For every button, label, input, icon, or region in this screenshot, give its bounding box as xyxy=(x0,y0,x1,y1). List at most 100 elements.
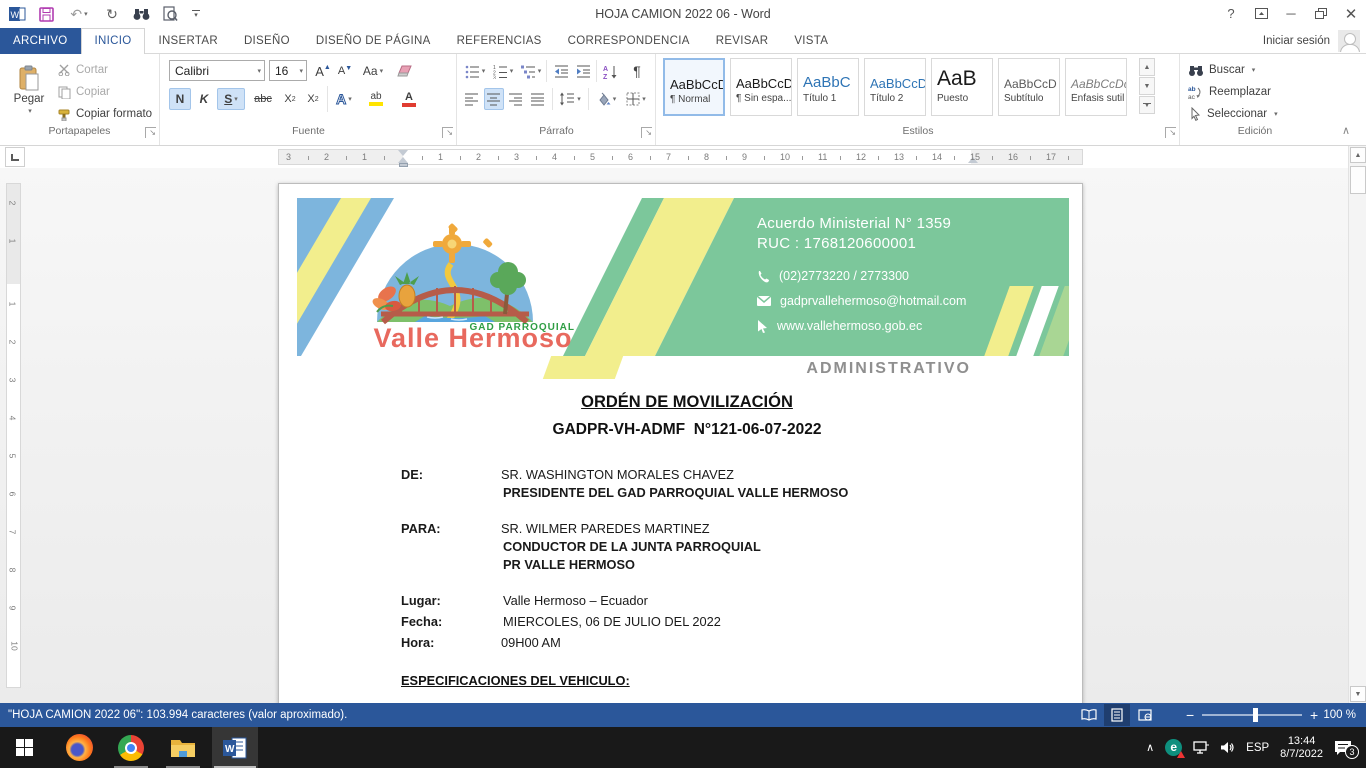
print-layout-button[interactable] xyxy=(1104,704,1130,726)
bold-button[interactable]: N xyxy=(169,88,191,110)
ribbon-display-options-button[interactable] xyxy=(1246,0,1276,27)
zoom-slider-track[interactable] xyxy=(1202,714,1302,716)
restore-button[interactable] xyxy=(1306,0,1336,27)
scroll-up-button[interactable]: ▲ xyxy=(1350,147,1366,163)
styles-dialog-launcher[interactable]: ↘ xyxy=(1165,127,1176,138)
font-dialog-launcher[interactable]: ↘ xyxy=(442,127,453,138)
taskbar-explorer-button[interactable] xyxy=(160,727,206,768)
align-left-button[interactable] xyxy=(462,88,482,110)
clock[interactable]: 13:44 8/7/2022 xyxy=(1280,735,1323,761)
language-indicator[interactable]: ESP xyxy=(1246,742,1269,754)
format-painter-button[interactable]: Copiar formato xyxy=(58,105,152,123)
change-case-button[interactable]: Aa▾ xyxy=(359,60,387,82)
line-spacing-button[interactable]: ▾ xyxy=(556,88,584,110)
style--sin-espa-[interactable]: AaBbCcDc¶ Sin espa... xyxy=(730,58,792,116)
font-color-button[interactable]: A xyxy=(394,88,424,110)
style--normal[interactable]: AaBbCcDc¶ Normal xyxy=(663,58,725,116)
minimize-button[interactable]: ─ xyxy=(1276,0,1306,27)
tab-referencias[interactable]: REFERENCIAS xyxy=(444,28,555,54)
left-indent-marker[interactable] xyxy=(399,163,408,167)
close-button[interactable]: ✕ xyxy=(1336,0,1366,27)
font-family-combo[interactable]: Calibri▾ xyxy=(169,60,265,81)
tab-revisar[interactable]: REVISAR xyxy=(703,28,782,54)
tab-inicio[interactable]: INICIO xyxy=(81,28,146,55)
font-size-combo[interactable]: 16▾ xyxy=(269,60,307,81)
zoom-in-button[interactable]: + xyxy=(1310,703,1318,727)
tab-diseño-de-página[interactable]: DISEÑO DE PÁGINA xyxy=(303,28,444,54)
style-título-1[interactable]: AaBbCTítulo 1 xyxy=(797,58,859,116)
user-avatar-icon[interactable] xyxy=(1338,30,1360,52)
increase-indent-button[interactable] xyxy=(572,60,594,82)
zoom-out-button[interactable]: − xyxy=(1186,703,1194,727)
tab-diseño[interactable]: DISEÑO xyxy=(231,28,303,54)
document-page[interactable]: GAD PARROQUIAL Valle Hermoso Acuerdo Min… xyxy=(278,183,1083,703)
scroll-down-button[interactable]: ▼ xyxy=(1350,686,1366,702)
replace-button[interactable]: abac Reemplazar xyxy=(1188,83,1271,101)
show-paragraph-marks-button[interactable]: ¶ xyxy=(626,60,648,82)
tab-insertar[interactable]: INSERTAR xyxy=(145,28,230,54)
align-right-button[interactable] xyxy=(506,88,526,110)
find-button[interactable]: Buscar▾ xyxy=(1188,61,1255,79)
customize-qat-button[interactable]: ▾ xyxy=(190,5,202,23)
taskbar-firefox-button[interactable] xyxy=(56,727,102,768)
antivirus-tray-icon[interactable]: e xyxy=(1165,739,1182,756)
volume-icon[interactable] xyxy=(1220,741,1235,754)
clipboard-dialog-launcher[interactable]: ↘ xyxy=(145,127,156,138)
notification-center-icon[interactable]: 3 xyxy=(1334,740,1352,756)
vertical-ruler[interactable]: 2112345678910 xyxy=(6,183,21,688)
grow-font-button[interactable]: A▲ xyxy=(313,60,333,82)
clear-formatting-button[interactable] xyxy=(393,60,417,82)
borders-button[interactable]: ▾ xyxy=(622,88,650,110)
tab-archivo[interactable]: ARCHIVO xyxy=(0,28,81,54)
text-effects-button[interactable]: A▾ xyxy=(331,88,357,110)
cut-button[interactable]: Cortar xyxy=(58,61,108,79)
numbering-button[interactable]: 123▾ xyxy=(490,60,516,82)
italic-button[interactable]: K xyxy=(194,88,214,110)
copy-button[interactable]: Copiar xyxy=(58,83,110,101)
web-layout-button[interactable] xyxy=(1132,704,1158,726)
tray-expand-chevron[interactable]: ∧ xyxy=(1146,741,1154,754)
sort-button[interactable]: AZ xyxy=(599,60,623,82)
save-button[interactable] xyxy=(37,5,55,23)
styles-scroll-up-button[interactable]: ▲ xyxy=(1139,58,1155,76)
collapse-ribbon-button[interactable]: ∧ xyxy=(1342,124,1350,137)
multilevel-list-button[interactable]: ▾ xyxy=(518,60,544,82)
highlight-color-button[interactable]: ab xyxy=(361,88,391,110)
paste-button[interactable]: Pegar▾ xyxy=(6,58,52,122)
redo-button[interactable]: ↻ xyxy=(103,5,121,23)
sign-in-link[interactable]: Iniciar sesión xyxy=(1263,28,1330,54)
superscript-button[interactable]: X2 xyxy=(302,88,324,110)
taskbar-chrome-button[interactable] xyxy=(108,727,154,768)
help-button[interactable]: ? xyxy=(1216,0,1246,27)
paragraph-dialog-launcher[interactable]: ↘ xyxy=(641,127,652,138)
network-icon[interactable] xyxy=(1193,741,1209,754)
read-mode-button[interactable] xyxy=(1076,704,1102,726)
undo-button[interactable]: ↶▾ xyxy=(66,5,92,23)
start-button[interactable] xyxy=(0,727,48,768)
style-puesto[interactable]: AaBPuesto xyxy=(931,58,993,116)
scrollbar-thumb[interactable] xyxy=(1350,166,1366,194)
style-título-2[interactable]: AaBbCcDTítulo 2 xyxy=(864,58,926,116)
shrink-font-button[interactable]: A▼ xyxy=(335,60,355,82)
style-subtítulo[interactable]: AaBbCcDSubtítulo xyxy=(998,58,1060,116)
taskbar-word-button[interactable]: W xyxy=(212,727,258,768)
subscript-button[interactable]: X2 xyxy=(279,88,301,110)
strikethrough-button[interactable]: abc xyxy=(249,88,277,110)
justify-button[interactable] xyxy=(528,88,548,110)
find-binoculars-button[interactable] xyxy=(132,5,150,23)
styles-scroll-down-button[interactable]: ▼ xyxy=(1139,77,1155,95)
undo-dropdown-icon[interactable]: ▾ xyxy=(84,10,88,18)
tab-stop-selector[interactable] xyxy=(5,147,25,167)
tab-vista[interactable]: VISTA xyxy=(781,28,841,54)
vertical-scrollbar[interactable]: ▲ ▼ xyxy=(1348,146,1366,703)
zoom-slider-thumb[interactable] xyxy=(1253,708,1258,722)
first-line-indent-marker[interactable] xyxy=(398,150,408,156)
select-button[interactable]: Seleccionar▾ xyxy=(1188,105,1278,123)
underline-button[interactable]: S▾ xyxy=(217,88,245,110)
style-énfasis-sutil[interactable]: AaBbCcDcÉnfasis sutil xyxy=(1065,58,1127,116)
align-center-button[interactable] xyxy=(484,88,504,110)
tab-correspondencia[interactable]: CORRESPONDENCIA xyxy=(555,28,703,54)
zoom-level[interactable]: 100 % xyxy=(1323,703,1356,727)
styles-gallery-expand-button[interactable]: ▼ xyxy=(1139,96,1155,114)
print-preview-button[interactable] xyxy=(161,5,179,23)
